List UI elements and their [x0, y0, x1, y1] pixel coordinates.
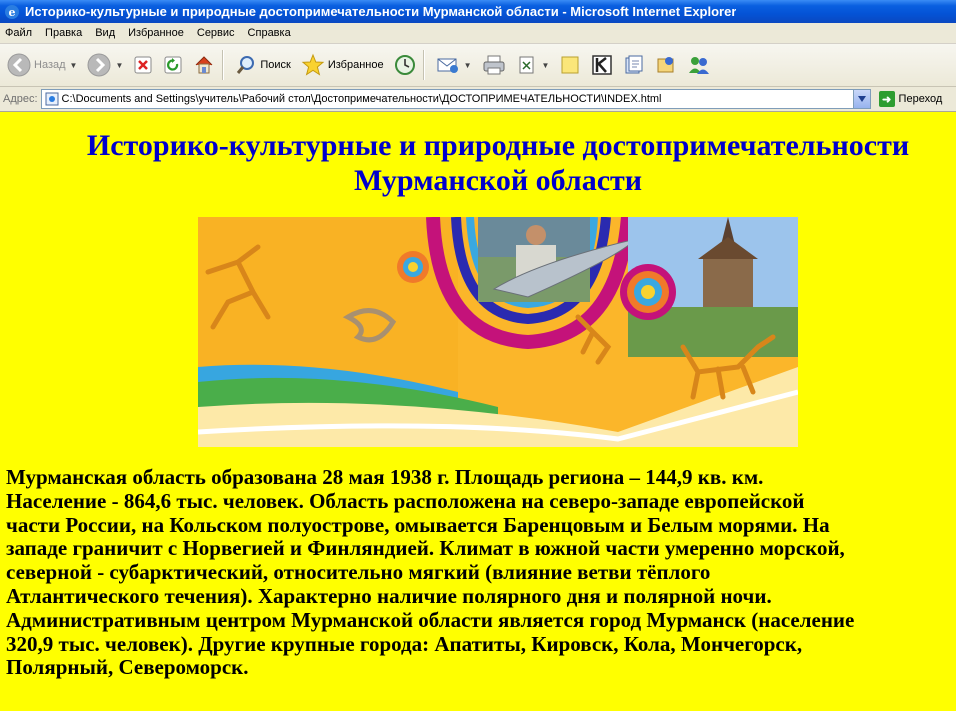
back-button[interactable]: Назад ▼	[4, 48, 80, 82]
window-title-bar[interactable]: e Историко-культурные и природные достоп…	[0, 0, 956, 23]
menu-bar: Файл Правка Вид Избранное Сервис Справка	[0, 23, 956, 44]
research-icon	[592, 55, 613, 75]
edit-button[interactable]: ▼	[513, 48, 553, 82]
forward-button[interactable]: ▼	[84, 48, 126, 82]
description-line: Административным центром Мурманской обла…	[6, 607, 855, 632]
favorites-button[interactable]: Избранное	[298, 48, 387, 82]
back-button-label: Назад	[34, 59, 66, 71]
svg-text:e: e	[9, 6, 16, 19]
history-icon	[394, 55, 415, 75]
go-button-label: Переход	[898, 93, 943, 105]
page-title: Историко-культурные и природные достопри…	[40, 128, 956, 198]
history-button[interactable]	[391, 48, 419, 82]
page-title-line-1: Историко-культурные и природные достопри…	[86, 129, 910, 162]
window-title: Историко-культурные и природные достопри…	[25, 4, 737, 19]
research-button[interactable]	[588, 48, 616, 82]
address-input[interactable]: C:\Documents and Settings\учитель\Рабочи…	[40, 89, 871, 109]
address-bar: Адрес: C:\Documents and Settings\учитель…	[0, 87, 956, 112]
murmansk-region-banner-image	[198, 217, 798, 447]
description-line: Мурманская область образована 28 мая 193…	[6, 465, 764, 489]
page-title-line-2: Мурманской области	[353, 164, 643, 197]
edit-dropdown-icon[interactable]: ▼	[542, 61, 550, 70]
discuss-button[interactable]	[556, 48, 584, 82]
description-line: части России, на Кольском полуострове, о…	[6, 512, 830, 537]
search-button[interactable]: Поиск	[232, 48, 293, 82]
menu-favorites[interactable]: Избранное	[123, 27, 192, 39]
description-line: 320,9 тыс. человек). Другие крупные горо…	[6, 631, 803, 656]
stop-button[interactable]	[130, 48, 156, 82]
toolbar-separator	[222, 50, 225, 80]
forward-arrow-icon	[87, 53, 111, 77]
description-line: Население - 864,6 тыс. человек. Область …	[6, 488, 805, 513]
printer-icon	[483, 55, 505, 75]
page-icon	[45, 92, 59, 106]
address-dropdown-button[interactable]	[852, 90, 870, 108]
mail-dropdown-icon[interactable]: ▼	[464, 61, 472, 70]
description-line: Атлантического течения). Характерно нали…	[6, 583, 772, 608]
refresh-button[interactable]	[160, 48, 186, 82]
region-description: Мурманская область образована 28 мая 193…	[6, 465, 956, 680]
home-button[interactable]	[190, 48, 218, 82]
messenger-people-icon	[689, 57, 710, 74]
media-icon	[657, 57, 674, 73]
search-icon	[237, 56, 255, 74]
search-button-label: Поиск	[260, 59, 291, 71]
edit-document-icon	[519, 56, 534, 74]
tools-button[interactable]	[652, 48, 680, 82]
go-button[interactable]: ➜ Переход	[878, 91, 943, 107]
go-arrow-icon: ➜	[878, 91, 895, 107]
favorites-star-icon	[301, 53, 325, 76]
menu-file[interactable]: Файл	[0, 27, 40, 39]
toolbar-separator	[422, 50, 425, 80]
menu-tools[interactable]: Сервис	[192, 27, 243, 39]
refresh-icon	[164, 56, 182, 74]
note-icon	[561, 56, 579, 74]
address-label: Адрес:	[3, 93, 38, 105]
back-arrow-icon	[7, 53, 31, 77]
mail-button[interactable]: ▼	[433, 48, 475, 82]
mail-icon	[437, 58, 458, 73]
stop-icon	[134, 56, 152, 74]
forward-dropdown-icon[interactable]: ▼	[115, 61, 123, 70]
description-line: западе граничит с Норвегией и Финляндией…	[6, 536, 845, 561]
page-content: Историко-культурные и природные достопри…	[0, 112, 956, 711]
favorites-button-label: Избранное	[327, 59, 384, 71]
chevron-down-icon	[857, 96, 866, 102]
description-line: северной - субарктический, относительно …	[6, 560, 711, 585]
contacts-button[interactable]	[684, 48, 714, 82]
description-line: Полярный, Североморск.	[6, 655, 249, 680]
address-url: C:\Documents and Settings\учитель\Рабочи…	[61, 93, 662, 105]
standard-toolbar: Назад ▼ ▼ Поиск Избранное ▼ ▼	[0, 44, 956, 87]
menu-edit[interactable]: Правка	[40, 27, 90, 39]
document-stack-icon	[625, 55, 643, 74]
messenger-button[interactable]	[620, 48, 648, 82]
menu-view[interactable]: Вид	[90, 27, 123, 39]
internet-explorer-icon: e	[5, 4, 19, 19]
menu-help[interactable]: Справка	[243, 27, 299, 39]
home-icon	[196, 56, 213, 74]
back-dropdown-icon[interactable]: ▼	[70, 61, 78, 70]
print-button[interactable]	[479, 48, 509, 82]
